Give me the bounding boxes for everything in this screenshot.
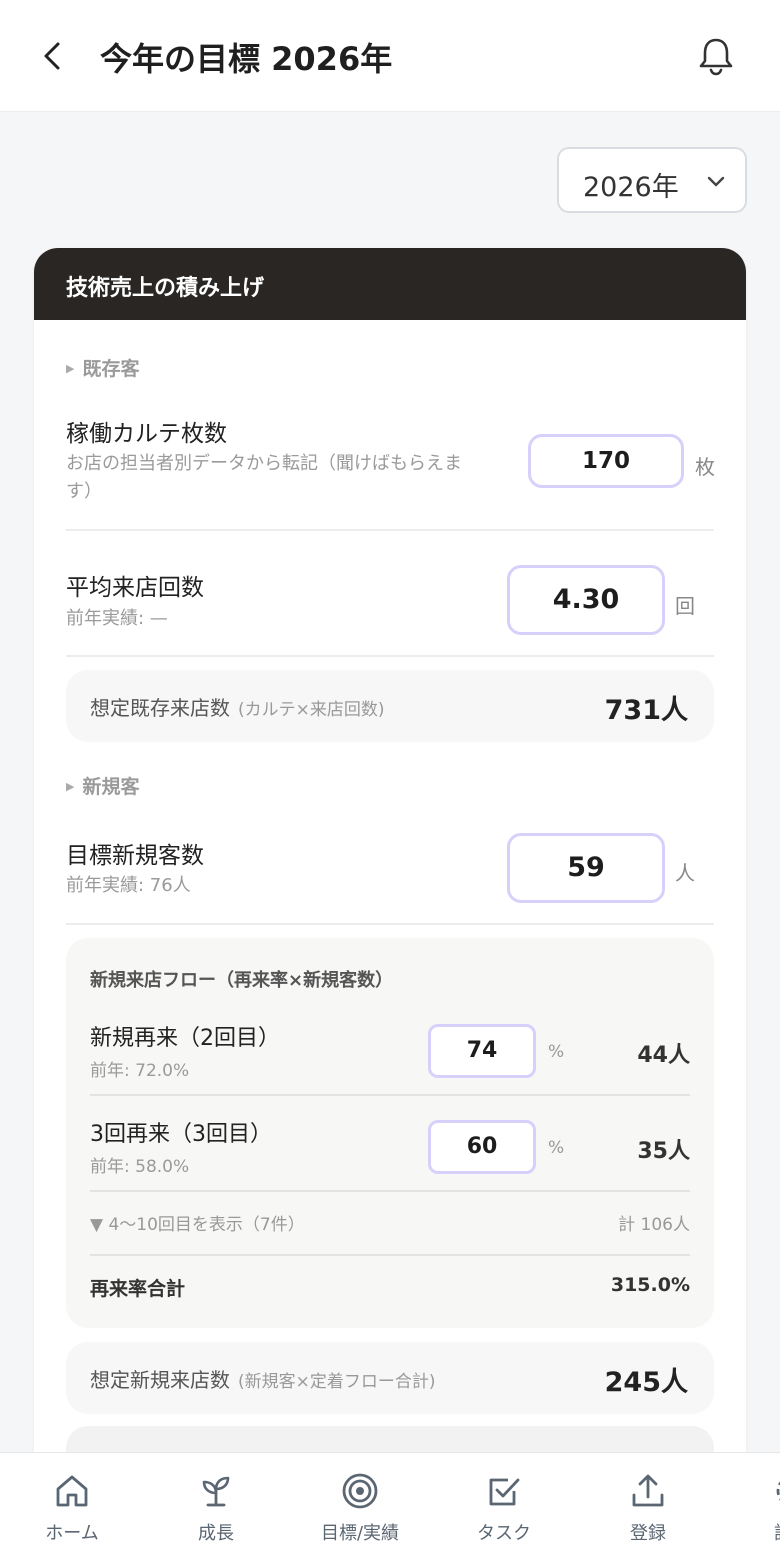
flow-row-sub: 前年: 58.0% [90, 1157, 190, 1177]
nav-settings[interactable]: 設定 [732, 1453, 780, 1560]
new-target-input[interactable]: 59 [507, 833, 665, 903]
page-title: 今年の目標 2026年 [100, 40, 393, 78]
back-icon[interactable] [34, 36, 74, 76]
return-rate-input[interactable]: 74 [428, 1024, 536, 1078]
new-target-sub: 前年実績: 76人 [66, 875, 191, 896]
karte-label: 稼働カルテ枚数 [66, 421, 227, 447]
new-visits-summary: 想定新規来店数 (新規客×定着フロー合計) 245人 [66, 1342, 714, 1414]
more-total: 計 106人 [618, 1215, 690, 1235]
bell-icon[interactable] [694, 34, 738, 78]
nav-growth[interactable]: 成長 [156, 1453, 276, 1560]
flow-row-result: 35人 [637, 1139, 690, 1164]
return-rate-input[interactable]: 60 [428, 1120, 536, 1174]
bottom-nav: ホーム 成長 目標/実績 タスク 登録 [0, 1452, 780, 1560]
upload-icon [632, 1474, 664, 1507]
new-visit-flow: 新規来店フロー（再来率×新規客数） 新規再来（2回目） 前年: 72.0% 74… [66, 938, 714, 1328]
card-title: 技術売上の積み上げ [66, 276, 265, 301]
nav-register[interactable]: 登録 [588, 1453, 708, 1560]
karte-unit: 枚 [695, 455, 715, 479]
section-existing: ▶ 既存客 [66, 358, 140, 380]
karte-input[interactable]: 170 [528, 434, 684, 488]
nav-home[interactable]: ホーム [12, 1453, 132, 1560]
flow-row-sub: 前年: 72.0% [90, 1061, 190, 1081]
karte-sub: お店の担当者別データから転記（聞けばもらえま す） [66, 453, 462, 502]
home-icon [56, 1475, 88, 1507]
return-rate-total-value: 315.0% [610, 1274, 690, 1296]
visits-label: 平均来店回数 [66, 575, 204, 601]
summary-label: 想定新規来店数 (新規客×定着フロー合計) [90, 1368, 436, 1392]
app-header: 今年の目標 2026年 [0, 0, 780, 112]
sprout-icon [202, 1476, 230, 1507]
show-more-toggle[interactable]: ▼ 4〜10回目を表示（7件） [90, 1210, 305, 1235]
visits-sub: 前年実績: — [66, 608, 168, 629]
new-target-label: 目標新規客数 [66, 843, 204, 869]
percent-unit: % [548, 1138, 565, 1158]
divider [90, 1190, 690, 1192]
divider [90, 1254, 690, 1256]
card-header: 技術売上の積み上げ [34, 248, 746, 320]
visits-input[interactable]: 4.30 [507, 565, 665, 635]
existing-visits-summary: 想定既存来店数 (カルテ×来店回数) 731人 [66, 670, 714, 742]
summary-value: 731人 [604, 695, 688, 726]
section-new: ▶ 新規客 [66, 776, 140, 798]
year-select[interactable]: 2026年 [557, 147, 747, 213]
visits-unit: 回 [675, 594, 695, 618]
percent-unit: % [548, 1042, 565, 1062]
divider [66, 529, 714, 531]
flow-title: 新規来店フロー（再来率×新規客数） [90, 970, 394, 991]
divider [90, 1094, 690, 1096]
settings-icon [776, 1481, 780, 1501]
triangle-icon: ▶ [66, 362, 75, 375]
flow-row-result: 44人 [637, 1043, 690, 1068]
return-rate-total-label: 再来率合計 [90, 1278, 186, 1300]
year-select-value: 2026年 [583, 172, 679, 203]
triangle-icon: ▶ [66, 780, 75, 793]
summary-value: 245人 [604, 1367, 688, 1398]
nav-goals[interactable]: 目標/実績 [300, 1453, 420, 1560]
checkbox-icon [489, 1478, 520, 1506]
divider [66, 655, 714, 657]
nav-tasks[interactable]: タスク [444, 1453, 564, 1560]
flow-row-label: 新規再来（2回目） [90, 1026, 280, 1051]
divider [66, 923, 714, 925]
sales-card: 技術売上の積み上げ ▶ 既存客 稼働カルテ枚数 お店の担当者別データから転記（聞け… [34, 248, 746, 1478]
summary-label: 想定既存来店数 (カルテ×来店回数) [90, 696, 385, 720]
target-icon [342, 1473, 378, 1509]
flow-row-label: 3回再来（3回目） [90, 1122, 272, 1147]
new-target-unit: 人 [675, 861, 695, 885]
chevron-down-icon [707, 176, 725, 187]
